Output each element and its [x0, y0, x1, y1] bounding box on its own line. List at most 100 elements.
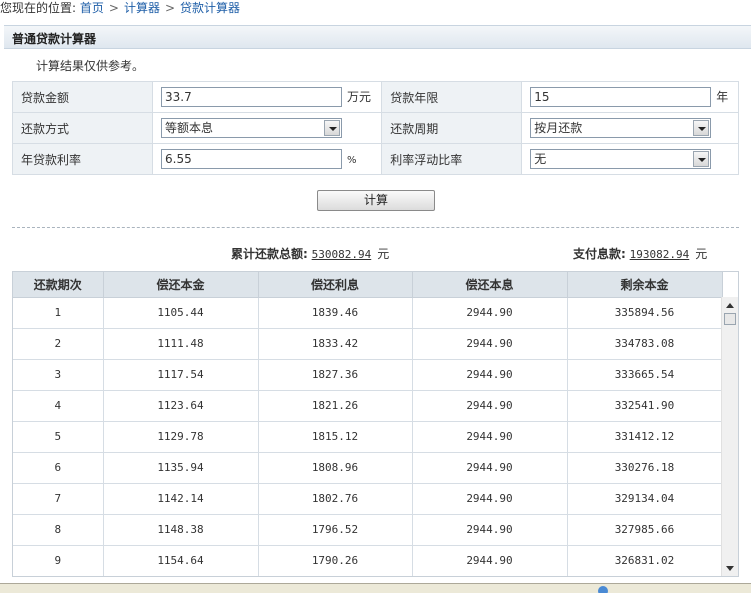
period-cell: 2 — [13, 328, 104, 360]
breadcrumb-link-calculator[interactable]: 计算器 — [124, 1, 160, 15]
payment-cell: 2944.90 — [412, 452, 568, 484]
remaining-cell: 335894.56 — [567, 297, 723, 329]
calculate-button[interactable]: 计算 — [317, 190, 435, 211]
repay-method-select[interactable]: 等额本息 — [161, 118, 342, 138]
breadcrumb-separator: > — [164, 1, 176, 15]
table-row: 7 1142.14 1802.76 2944.90 329134.04 — [13, 483, 723, 515]
payment-cell: 2944.90 — [412, 359, 568, 391]
column-header: 剩余本金 — [567, 272, 723, 298]
globe-icon — [598, 586, 608, 593]
table-row: 4 1123.64 1821.26 2944.90 332541.90 — [13, 390, 723, 422]
remaining-cell: 329134.04 — [567, 483, 723, 515]
principal-cell: 1129.78 — [103, 421, 259, 453]
interest-cell: 1839.46 — [258, 297, 413, 329]
column-header: 还款期次 — [13, 272, 104, 298]
remaining-cell: 333665.54 — [567, 359, 723, 391]
period-cell: 7 — [13, 483, 104, 515]
interest-cell: 1821.26 — [258, 390, 413, 422]
repay-period-select[interactable]: 按月还款 — [530, 118, 712, 138]
interest-cell: 1808.96 — [258, 452, 413, 484]
remaining-cell: 327985.66 — [567, 514, 723, 546]
currency-unit: 元 — [377, 247, 390, 261]
remaining-cell: 326831.02 — [567, 545, 723, 576]
breadcrumb-link-home[interactable]: 首页 — [80, 1, 104, 15]
loan-amount-unit: 万元 — [347, 89, 372, 104]
period-cell: 9 — [13, 545, 104, 576]
float-ratio-select[interactable]: 无 — [530, 149, 712, 169]
table-row: 9 1154.64 1790.26 2944.90 326831.02 — [13, 545, 723, 576]
loan-years-unit: 年 — [716, 89, 729, 104]
period-cell: 8 — [13, 514, 104, 546]
period-cell: 4 — [13, 390, 104, 422]
principal-cell: 1148.38 — [103, 514, 259, 546]
interest-cell: 1833.42 — [258, 328, 413, 360]
interest-summary: 支付息款: 193082.94 元 — [573, 245, 707, 262]
breadcrumb: 您现在的位置: 首页 > 计算器 > 贷款计算器 — [0, 0, 240, 18]
remaining-cell: 331412.12 — [567, 421, 723, 453]
float-ratio-value: 无 — [534, 152, 547, 166]
scroll-down-icon[interactable] — [726, 566, 734, 571]
chevron-down-icon[interactable] — [693, 120, 710, 136]
loan-form: 贷款金额 33.7 万元 贷款年限 15 年 还款方式 等额本息 还款周期 按月还款… — [12, 81, 739, 175]
repayment-schedule: 还款期次 偿还本金 偿还利息 偿还本息 剩余本金 1 1105.44 1839.46… — [12, 271, 739, 577]
remaining-cell: 332541.90 — [567, 390, 723, 422]
period-cell: 5 — [13, 421, 104, 453]
breadcrumb-separator: > — [108, 1, 119, 15]
loan-amount-input[interactable]: 33.7 — [161, 87, 342, 107]
payment-cell: 2944.90 — [412, 421, 568, 453]
column-header: 偿还本息 — [412, 272, 568, 298]
remaining-cell: 330276.18 — [567, 452, 723, 484]
repay-period-value: 按月还款 — [534, 121, 583, 135]
principal-cell: 1105.44 — [103, 297, 259, 329]
divider — [12, 227, 739, 228]
payment-cell: 2944.90 — [412, 328, 568, 360]
chevron-down-icon[interactable] — [693, 151, 710, 167]
annual-rate-input[interactable]: 6.55 — [161, 149, 342, 169]
total-repayment-value: 530082.94 — [311, 248, 372, 261]
float-ratio-label: 利率浮动比率 — [381, 143, 523, 175]
interest-value: 193082.94 — [629, 248, 690, 261]
total-repayment-label: 累计还款总额: — [231, 247, 308, 261]
loan-years-input[interactable]: 15 — [530, 87, 712, 107]
interest-cell: 1796.52 — [258, 514, 413, 546]
column-header: 偿还本金 — [103, 272, 259, 298]
loan-years-label: 贷款年限 — [381, 81, 523, 113]
interest-label: 支付息款: — [573, 247, 626, 261]
payment-cell: 2944.90 — [412, 297, 568, 329]
annual-rate-label: 年贷款利率 — [12, 143, 153, 175]
principal-cell: 1111.48 — [103, 328, 259, 360]
principal-cell: 1154.64 — [103, 545, 259, 576]
panel-title: 普通贷款计算器 — [12, 32, 97, 46]
repay-method-value: 等额本息 — [165, 121, 214, 135]
period-cell: 6 — [13, 452, 104, 484]
scroll-up-icon[interactable] — [726, 303, 734, 308]
panel-header: 普通贷款计算器 — [4, 25, 751, 49]
column-header: 偿还利息 — [258, 272, 413, 298]
scroll-thumb[interactable] — [724, 313, 736, 325]
loan-amount-label: 贷款金额 — [12, 81, 153, 113]
disclaimer-note: 计算结果仅供参考。 — [36, 59, 145, 73]
period-cell: 3 — [13, 359, 104, 391]
vertical-scrollbar[interactable] — [721, 297, 738, 576]
table-row: 5 1129.78 1815.12 2944.90 331412.12 — [13, 421, 723, 453]
principal-cell: 1123.64 — [103, 390, 259, 422]
payment-cell: 2944.90 — [412, 483, 568, 515]
payment-cell: 2944.90 — [412, 545, 568, 576]
repayment-table: 还款期次 偿还本金 偿还利息 偿还本息 剩余本金 1 1105.44 1839.46… — [13, 272, 723, 576]
interest-cell: 1790.26 — [258, 545, 413, 576]
chevron-down-icon[interactable] — [324, 120, 340, 136]
table-row: 8 1148.38 1796.52 2944.90 327985.66 — [13, 514, 723, 546]
payment-cell: 2944.90 — [412, 514, 568, 546]
table-row: 2 1111.48 1833.42 2944.90 334783.08 — [13, 328, 723, 360]
total-repayment-summary: 累计还款总额: 530082.94 元 — [231, 245, 389, 262]
remaining-cell: 334783.08 — [567, 328, 723, 360]
interest-cell: 1802.76 — [258, 483, 413, 515]
repay-period-label: 还款周期 — [381, 112, 523, 144]
table-row: 6 1135.94 1808.96 2944.90 330276.18 — [13, 452, 723, 484]
breadcrumb-prefix: 您现在的位置: — [0, 1, 77, 15]
period-cell: 1 — [13, 297, 104, 329]
breadcrumb-link-loan-calculator[interactable]: 贷款计算器 — [180, 1, 240, 15]
interest-cell: 1815.12 — [258, 421, 413, 453]
principal-cell: 1135.94 — [103, 452, 259, 484]
table-row: 3 1117.54 1827.36 2944.90 333665.54 — [13, 359, 723, 391]
